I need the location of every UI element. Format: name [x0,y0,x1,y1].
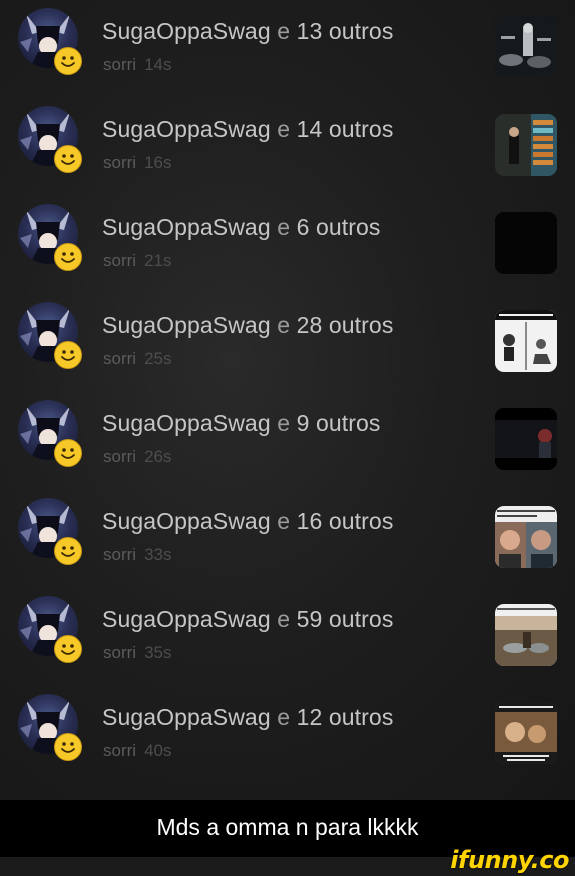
action-text: sorri [103,55,137,74]
timestamp: 21s [144,251,172,270]
notification-subtitle: sorri 40s [103,741,171,761]
notification-title: SugaOppaSwag e 59 outros [102,606,393,633]
conjunction: e [277,312,291,338]
others-count: 28 outros [296,312,394,338]
notification-title: SugaOppaSwag e 12 outros [102,704,393,731]
others-count: 13 outros [296,18,394,44]
smile-reaction-icon [54,341,82,369]
username[interactable]: SugaOppaSwag [102,508,271,534]
post-thumbnail[interactable] [495,408,557,470]
avatar-group[interactable] [18,204,84,271]
action-text: sorri [103,349,137,368]
username[interactable]: SugaOppaSwag [102,312,271,338]
username[interactable]: SugaOppaSwag [102,18,271,44]
notification-row[interactable]: SugaOppaSwag e 59 outros sorri 35s [0,588,575,686]
smile-reaction-icon [54,47,82,75]
notification-title: SugaOppaSwag e 28 outros [102,312,393,339]
conjunction: e [277,116,291,142]
notification-title: SugaOppaSwag e 6 outros [102,214,381,241]
others-count: 9 outros [296,410,381,436]
username[interactable]: SugaOppaSwag [102,410,271,436]
others-count: 14 outros [296,116,394,142]
smile-reaction-icon [54,439,82,467]
others-count: 12 outros [296,704,394,730]
footer-bar: ifunny.co [0,846,575,876]
action-text: sorri [103,153,137,172]
smile-reaction-icon [54,145,82,173]
notification-title: SugaOppaSwag e 16 outros [102,508,393,535]
username[interactable]: SugaOppaSwag [102,704,271,730]
notification-title: SugaOppaSwag e 14 outros [102,116,393,143]
notification-row[interactable]: SugaOppaSwag e 9 outros sorri 26s [0,392,575,490]
timestamp: 26s [144,447,172,466]
avatar-group[interactable] [18,8,84,75]
others-count: 16 outros [296,508,394,534]
others-count: 6 outros [296,214,381,240]
avatar-group[interactable] [18,106,84,173]
username[interactable]: SugaOppaSwag [102,606,271,632]
notification-subtitle: sorri 21s [103,251,171,271]
notification-subtitle: sorri 14s [103,55,171,75]
notification-row[interactable]: SugaOppaSwag e 28 outros sorri 25s [0,294,575,392]
others-count: 59 outros [296,606,394,632]
smile-reaction-icon [54,537,82,565]
notification-row[interactable]: SugaOppaSwag e 13 outros sorri 14s [0,0,575,98]
notification-title: SugaOppaSwag e 13 outros [102,18,393,45]
username[interactable]: SugaOppaSwag [102,116,271,142]
action-text: sorri [103,643,137,662]
notification-row[interactable]: SugaOppaSwag e 14 outros sorri 16s [0,98,575,196]
notification-subtitle: sorri 16s [103,153,171,173]
conjunction: e [277,18,291,44]
smile-reaction-icon [54,243,82,271]
username[interactable]: SugaOppaSwag [102,214,271,240]
timestamp: 16s [144,153,172,172]
post-thumbnail[interactable] [495,310,557,372]
action-text: sorri [103,741,137,760]
notification-row[interactable]: SugaOppaSwag e 6 outros sorri 21s [0,196,575,294]
notification-row[interactable]: SugaOppaSwag e 12 outros sorri 40s [0,686,575,784]
avatar-group[interactable] [18,302,84,369]
avatar-group[interactable] [18,400,84,467]
notification-title: SugaOppaSwag e 9 outros [102,410,381,437]
conjunction: e [277,508,291,534]
notification-subtitle: sorri 25s [103,349,171,369]
post-thumbnail[interactable] [495,114,557,176]
post-thumbnail[interactable] [495,16,557,78]
ifunny-watermark: ifunny.co [450,846,569,874]
conjunction: e [277,606,291,632]
notifications-screen: SugaOppaSwag e 13 outros sorri 14s SugaO… [0,0,575,800]
avatar-group[interactable] [18,596,84,663]
post-thumbnail[interactable] [495,604,557,666]
notification-subtitle: sorri 26s [103,447,171,467]
conjunction: e [277,704,291,730]
conjunction: e [277,214,291,240]
notification-subtitle: sorri 35s [103,643,171,663]
meme-caption: Mds a omma n para lkkkk [156,814,419,840]
conjunction: e [277,410,291,436]
notification-row[interactable]: SugaOppaSwag e 16 outros sorri 33s [0,490,575,588]
action-text: sorri [103,447,137,466]
timestamp: 14s [144,55,172,74]
timestamp: 40s [144,741,172,760]
smile-reaction-icon [54,635,82,663]
notification-subtitle: sorri 33s [103,545,171,565]
timestamp: 25s [144,349,172,368]
action-text: sorri [103,251,137,270]
smile-reaction-icon [54,733,82,761]
post-thumbnail[interactable] [495,212,557,274]
action-text: sorri [103,545,137,564]
avatar-group[interactable] [18,498,84,565]
avatar-group[interactable] [18,694,84,761]
post-thumbnail[interactable] [495,702,557,764]
post-thumbnail[interactable] [495,506,557,568]
timestamp: 33s [144,545,172,564]
timestamp: 35s [144,643,172,662]
